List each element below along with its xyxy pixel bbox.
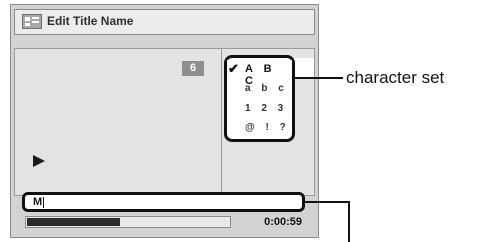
character-set-callout: character set bbox=[346, 68, 445, 87]
window-title: Edit Title Name bbox=[47, 14, 134, 28]
charset-row-lowercase[interactable]: a b c bbox=[227, 80, 292, 99]
input-callout-line-vertical bbox=[348, 201, 350, 242]
selection-highlight bbox=[294, 58, 314, 77]
title-edit-icon bbox=[22, 14, 42, 29]
charset-row-label: a b c bbox=[245, 83, 288, 94]
checkmark-icon: ✔ bbox=[228, 61, 239, 76]
progress-fill bbox=[27, 218, 120, 226]
counter-badge: 6 bbox=[182, 61, 204, 76]
charset-row-label: @ ! ? bbox=[245, 122, 290, 133]
time-readout: 0:00:59 bbox=[264, 216, 302, 228]
charset-callout-line bbox=[295, 77, 343, 79]
character-set-box: ✔ A B C a b c 1 2 3 @ ! ? bbox=[224, 55, 295, 142]
progress-bar bbox=[25, 216, 231, 228]
charset-row-uppercase[interactable]: ✔ A B C bbox=[227, 60, 292, 87]
title-name-text: M bbox=[33, 196, 43, 208]
title-name-input[interactable]: M bbox=[22, 192, 305, 212]
play-icon bbox=[33, 155, 45, 167]
charset-row-symbols[interactable]: @ ! ? bbox=[227, 119, 292, 138]
title-bar: Edit Title Name bbox=[14, 9, 315, 35]
title-name-value: M bbox=[33, 196, 45, 208]
input-callout-line bbox=[305, 201, 350, 203]
charset-row-numbers[interactable]: 1 2 3 bbox=[227, 100, 292, 119]
charset-row-label: 1 2 3 bbox=[245, 103, 288, 114]
text-cursor bbox=[43, 196, 45, 208]
